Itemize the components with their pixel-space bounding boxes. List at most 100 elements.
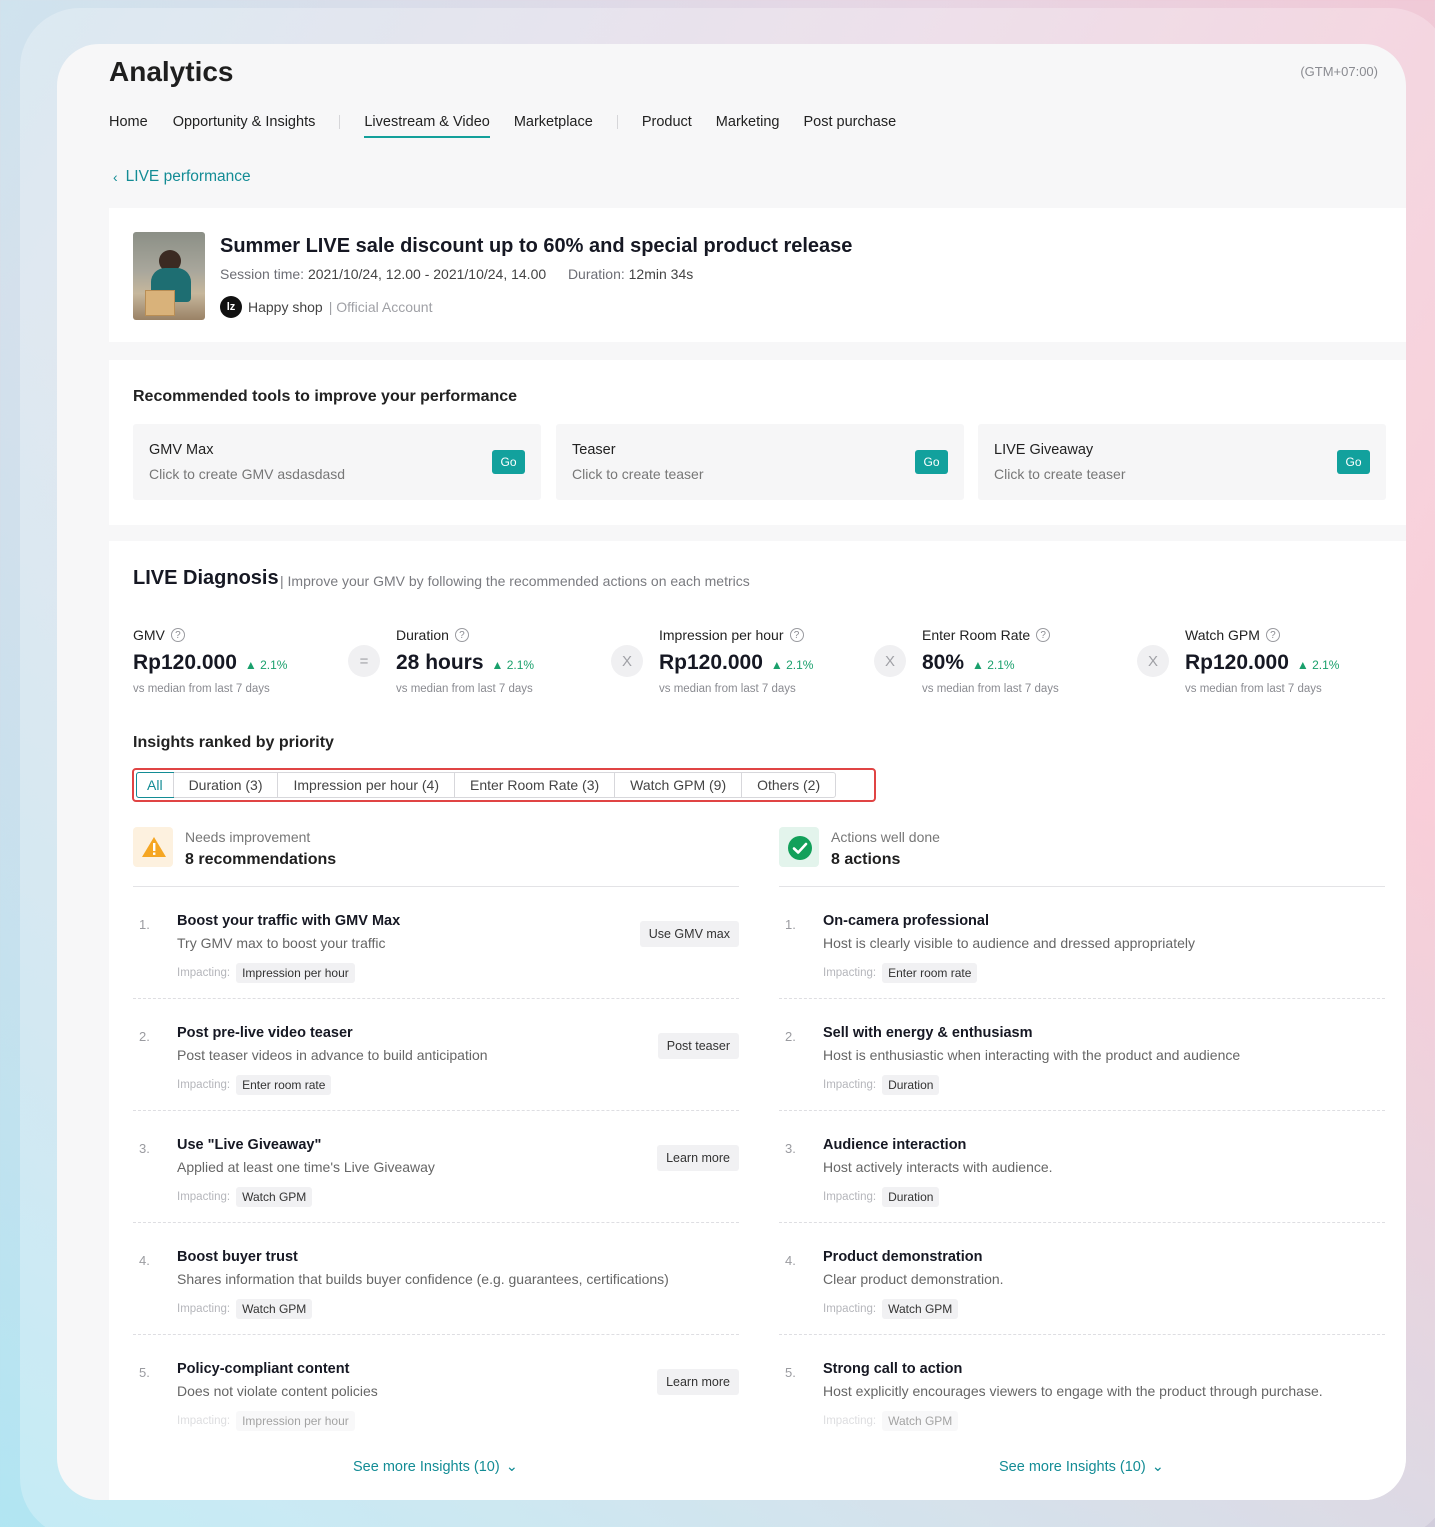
question-circle-icon[interactable]: ? [789,628,804,642]
impact-label: Impacting: [177,1415,231,1427]
recommended-tools-card: Recommended tools to improve your perfor… [109,360,1406,525]
see-more-insights-left[interactable]: See more Insights (10) ⌄ [353,1459,518,1475]
highlight-outline [132,768,876,802]
impact-tag: Watch GPM [882,1299,959,1319]
impact-tag: Impression per hour [236,963,355,983]
metric-label-text: Watch GPM [1185,627,1260,643]
impact-label: Impacting: [823,1191,877,1203]
back-link[interactable]: ‹ LIVE performance [113,168,251,186]
metric-label: Impression per hour ? [659,627,879,643]
tool-desc: Click to create teaser [572,466,704,482]
impact-label: Impacting: [823,1303,877,1315]
see-more-insights-right[interactable]: See more Insights (10) ⌄ [999,1459,1164,1475]
metric-label-text: Impression per hour [659,627,784,643]
nav-marketing[interactable]: Marketing [716,114,780,138]
nav-home[interactable]: Home [109,114,148,138]
tool-teaser: Teaser Click to create teaser Go [556,424,964,500]
metric-watch-gpm: Watch GPM ? Rp120.000 ▲ 2.1% vs median f… [1185,627,1405,695]
see-more-label: See more Insights (10) [353,1459,500,1475]
item-impact: Impacting: Duration [823,1075,940,1095]
list-item: 5. Policy-compliant content Does not vio… [133,1335,739,1447]
session-thumbnail[interactable] [133,232,205,320]
page-title: Analytics [109,56,234,87]
warning-icon [133,827,173,867]
item-number: 2. [785,1029,796,1044]
metric-change: ▲ 2.1% [1296,658,1340,672]
chevron-down-icon: ⌄ [505,1459,518,1475]
go-button[interactable]: Go [492,450,525,474]
impact-tag: Duration [882,1187,940,1207]
metric-change: ▲ 2.1% [244,658,288,672]
session-title: Summer LIVE sale discount up to 60% and … [220,235,853,257]
impact-tag: Watch GPM [236,1299,313,1319]
column-header: Actions well done 8 actions [779,825,1385,887]
metric-value-row: 80% ▲ 2.1% [922,651,1142,675]
item-impact: Impacting: Watch GPM [177,1299,313,1319]
actions-well-done-column: Actions well done 8 actions 1. On-camera… [779,825,1385,1447]
question-circle-icon[interactable]: ? [1036,628,1051,642]
learn-more-button[interactable]: Learn more [657,1369,739,1395]
question-circle-icon[interactable]: ? [1265,628,1280,642]
item-desc: Does not violate content policies [177,1383,378,1399]
tool-name: Teaser [572,442,616,458]
post-teaser-button[interactable]: Post teaser [657,1033,739,1059]
go-button[interactable]: Go [1337,450,1370,474]
main-nav: Home Opportunity & Insights Livestream &… [109,114,896,138]
metric-value: 80% [922,651,965,674]
go-button[interactable]: Go [915,450,948,474]
metric-label: Enter Room Rate ? [922,627,1142,643]
chevron-left-icon: ‹ [113,169,118,185]
nav-post-purchase[interactable]: Post purchase [803,114,896,138]
item-impact: Impacting: Watch GPM [823,1299,959,1319]
diagnosis-subtitle: | Improve your GMV by following the reco… [280,573,750,589]
nav-livestream-video[interactable]: Livestream & Video [364,114,491,138]
timezone-label: (GTM+07:00) [1300,64,1378,79]
use-gmv-max-button[interactable]: Use GMV max [639,921,739,947]
nav-marketplace[interactable]: Marketplace [514,114,593,138]
needs-improvement-column: Needs improvement 8 recommendations 1. B… [133,825,739,1447]
list-item: 2. Post pre-live video teaser Post tease… [133,999,739,1111]
metric-value: 28 hours [396,651,484,674]
nav-divider [616,115,618,129]
nav-opportunity-insights[interactable]: Opportunity & Insights [173,114,316,138]
thumbnail-box [145,290,175,316]
session-meta: Session time: 2021/10/24, 12.00 - 2021/1… [220,266,693,282]
list-item: 5. Strong call to action Host explicitly… [779,1335,1385,1447]
multiply-icon: X [611,645,643,677]
tools-title: Recommended tools to improve your perfor… [133,388,518,405]
item-number: 4. [139,1253,150,1268]
question-circle-icon[interactable]: ? [454,628,469,642]
metric-label: GMV ? [133,627,353,643]
list-item: 4. Boost buyer trust Shares information … [133,1223,739,1335]
item-title: Audience interaction [823,1137,967,1153]
item-number: 4. [785,1253,796,1268]
session-duration-value: 12min 34s [628,266,694,282]
column-subtitle: Needs improvement [185,829,311,845]
item-number: 3. [785,1141,796,1156]
item-desc: Host actively interacts with audience. [823,1159,1053,1175]
item-number: 3. [139,1141,150,1156]
list-item: 2. Sell with energy & enthusiasm Host is… [779,999,1385,1111]
question-circle-icon[interactable]: ? [170,628,185,642]
item-desc: Clear product demonstration. [823,1271,1004,1287]
session-time-value: 2021/10/24, 12.00 - 2021/10/24, 14.00 [307,266,547,282]
item-desc: Try GMV max to boost your traffic [177,935,386,951]
list-item: 4. Product demonstration Clear product d… [779,1223,1385,1335]
item-impact: Impacting: Enter room rate [177,1075,332,1095]
item-desc: Host explicitly encourages viewers to en… [823,1383,1323,1399]
shop-name[interactable]: Happy shop [248,299,323,315]
metric-value-row: Rp120.000 ▲ 2.1% [133,651,353,675]
nav-product[interactable]: Product [642,114,692,138]
impact-tag: Enter room rate [236,1075,332,1095]
impact-tag: Enter room rate [882,963,978,983]
item-number: 1. [785,917,796,932]
metric-change: ▲ 2.1% [972,658,1015,672]
tool-desc: Click to create GMV asdasdasd [149,466,346,482]
learn-more-button[interactable]: Learn more [657,1145,739,1171]
impact-label: Impacting: [823,967,877,979]
metric-label-text: Enter Room Rate [922,627,1031,643]
metric-enter-room-rate: Enter Room Rate ? 80% ▲ 2.1% vs median f… [922,627,1142,695]
item-title: Sell with energy & enthusiasm [823,1025,1033,1041]
metric-value-row: Rp120.000 ▲ 2.1% [1185,651,1405,675]
tool-name: GMV Max [149,442,214,458]
